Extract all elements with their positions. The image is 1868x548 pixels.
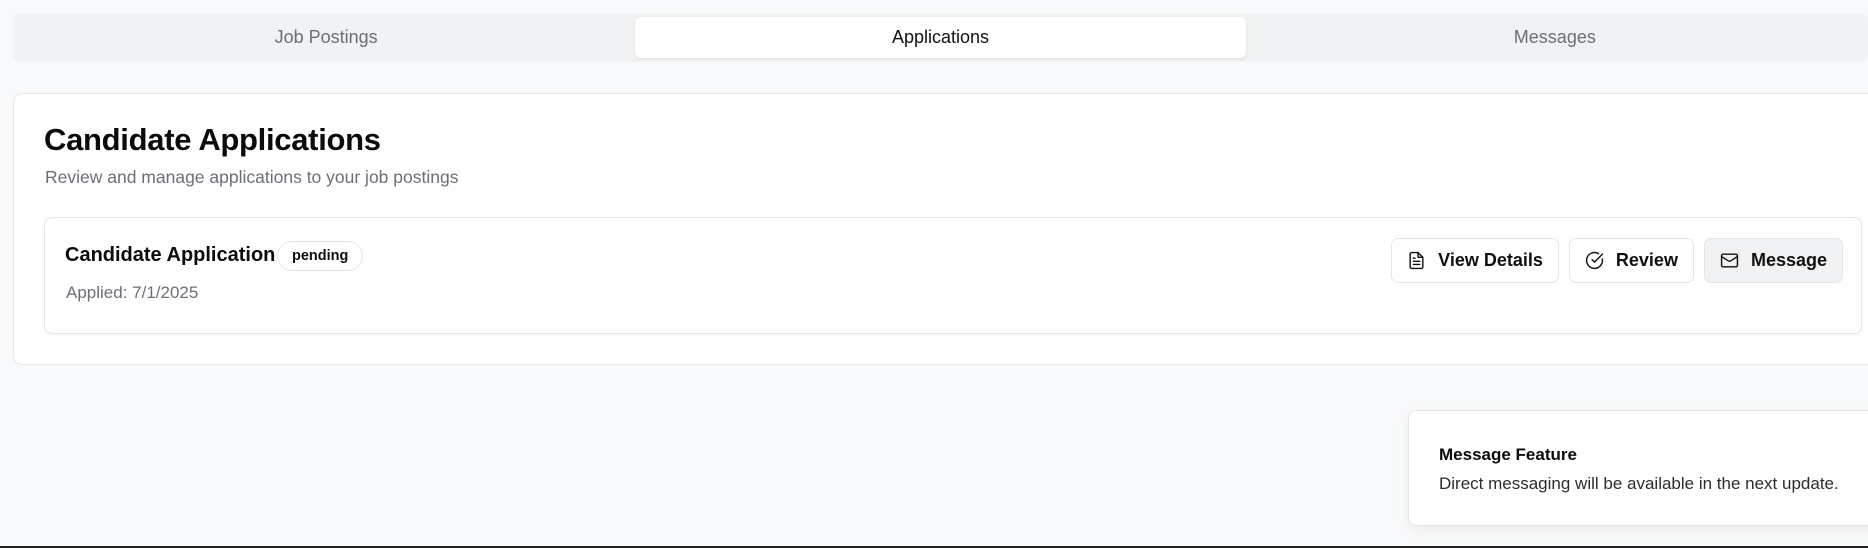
applied-date: Applied: 7/1/2025 xyxy=(66,283,199,302)
tab-applications[interactable]: Applications xyxy=(635,17,1246,58)
message-button[interactable]: Message xyxy=(1703,238,1843,283)
tab-bar: Job Postings Applications Messages xyxy=(13,13,1868,62)
review-label: Review xyxy=(1615,250,1678,270)
check-circle-icon xyxy=(1585,251,1604,270)
tab-job-postings[interactable]: Job Postings xyxy=(21,17,631,58)
page-subtitle: Review and manage applications to your j… xyxy=(45,167,459,187)
application-row: Candidate Application pending Applied: 7… xyxy=(44,217,1862,334)
review-button[interactable]: Review xyxy=(1568,238,1694,283)
page: Job Postings Applications Messages Candi… xyxy=(0,0,1868,548)
applications-card: Candidate Applications Review and manage… xyxy=(13,93,1868,365)
view-details-label: View Details xyxy=(1438,250,1543,270)
application-title: Candidate Application xyxy=(65,244,276,266)
toast-title: Message Feature xyxy=(1439,445,1577,464)
toast-notification: Message Feature Direct messaging will be… xyxy=(1408,410,1868,526)
application-actions: View Details Review Message xyxy=(1391,238,1843,283)
view-details-button[interactable]: View Details xyxy=(1391,238,1559,283)
page-title: Candidate Applications xyxy=(44,122,381,157)
toast-body: Direct messaging will be available in th… xyxy=(1439,474,1839,493)
file-text-icon xyxy=(1409,251,1424,270)
mail-icon xyxy=(1720,253,1739,268)
status-badge: pending xyxy=(277,241,364,271)
message-label: Message xyxy=(1750,250,1827,270)
tab-messages[interactable]: Messages xyxy=(1250,17,1860,58)
